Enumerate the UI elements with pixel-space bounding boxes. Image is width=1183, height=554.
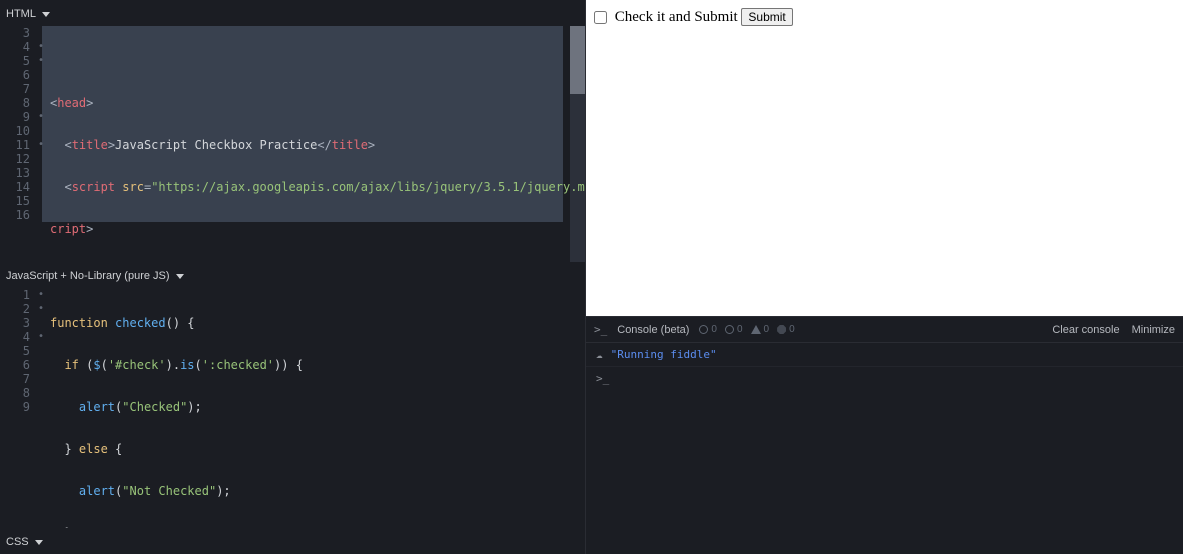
console-input[interactable]: >_: [586, 367, 1183, 390]
code-line[interactable]: alert("Checked");: [50, 400, 585, 414]
js-code-body[interactable]: function checked() { if ($('#check').is(…: [50, 288, 585, 528]
counter-info: 0: [699, 324, 717, 335]
html-panel-label: HTML: [6, 8, 36, 20]
preview-checkbox-label: Check it and Submit: [615, 9, 738, 25]
console-panel: >_ Console (beta) 0 0 0 0 Clear console …: [586, 316, 1183, 554]
counter-warn: 0: [751, 324, 770, 335]
code-line[interactable]: } else {: [50, 442, 585, 456]
chevron-down-icon: [42, 12, 50, 17]
console-counters: 0 0 0 0: [699, 324, 794, 335]
css-panel-label: CSS: [6, 536, 29, 548]
console-output: ☁ "Running fiddle" >_: [586, 343, 1183, 390]
code-line[interactable]: if ($('#check').is(':checked')) {: [50, 358, 585, 372]
preview-checkbox[interactable]: [594, 11, 607, 24]
console-prompt: >_: [596, 372, 609, 385]
error-icon: [777, 325, 786, 334]
html-gutter: 3 4 5 6 7 8 9 10 11 12 13 14 15 16: [0, 26, 38, 222]
js-gutter: 1 2 3 4 5 6 7 8 9: [0, 288, 38, 414]
console-line: ☁ "Running fiddle": [586, 343, 1183, 367]
warn-icon: [751, 325, 761, 334]
chevron-down-icon: [176, 274, 184, 279]
console-title: Console (beta): [617, 324, 689, 336]
console-icon: >_: [594, 323, 607, 336]
js-panel-label: JavaScript + No-Library (pure JS): [6, 270, 170, 282]
code-line[interactable]: cript>: [0, 222, 585, 236]
preview-submit-button[interactable]: Submit: [741, 8, 792, 26]
log-icon: [725, 325, 734, 334]
js-panel-header[interactable]: JavaScript + No-Library (pure JS): [0, 262, 585, 288]
js-editor[interactable]: 1 2 3 4 5 6 7 8 9 function checked() { i…: [0, 288, 585, 528]
editors-column: HTML 3 4 5 6 7 8 9 10 11 12 13 14 15 16 …: [0, 0, 585, 554]
console-running-message: "Running fiddle": [611, 348, 717, 361]
code-line[interactable]: [50, 54, 585, 68]
code-line[interactable]: alert("Not Checked");: [50, 484, 585, 498]
chevron-down-icon: [35, 540, 43, 545]
console-header: >_ Console (beta) 0 0 0 0 Clear console …: [586, 317, 1183, 343]
css-panel-header[interactable]: CSS: [0, 528, 585, 554]
html-editor[interactable]: 3 4 5 6 7 8 9 10 11 12 13 14 15 16 <head…: [0, 26, 585, 262]
code-line[interactable]: <head>: [50, 96, 585, 110]
html-panel-header[interactable]: HTML: [0, 0, 585, 26]
minimize-console-button[interactable]: Minimize: [1132, 324, 1175, 336]
clear-console-button[interactable]: Clear console: [1052, 324, 1119, 336]
code-line[interactable]: function checked() {: [50, 316, 585, 330]
counter-log: 0: [725, 324, 743, 335]
info-icon: [699, 325, 708, 334]
counter-error: 0: [777, 324, 795, 335]
output-column: Check it and Submit Submit >_ Console (b…: [585, 0, 1183, 554]
html-code-body[interactable]: <head> <title>JavaScript Checkbox Practi…: [50, 26, 585, 262]
code-line[interactable]: <title>JavaScript Checkbox Practice</tit…: [50, 138, 585, 152]
cloud-icon: ☁: [596, 348, 603, 361]
code-line[interactable]: <script src="https://ajax.googleapis.com…: [50, 180, 585, 194]
result-preview: Check it and Submit Submit: [586, 0, 1183, 316]
code-line[interactable]: }: [50, 526, 585, 528]
